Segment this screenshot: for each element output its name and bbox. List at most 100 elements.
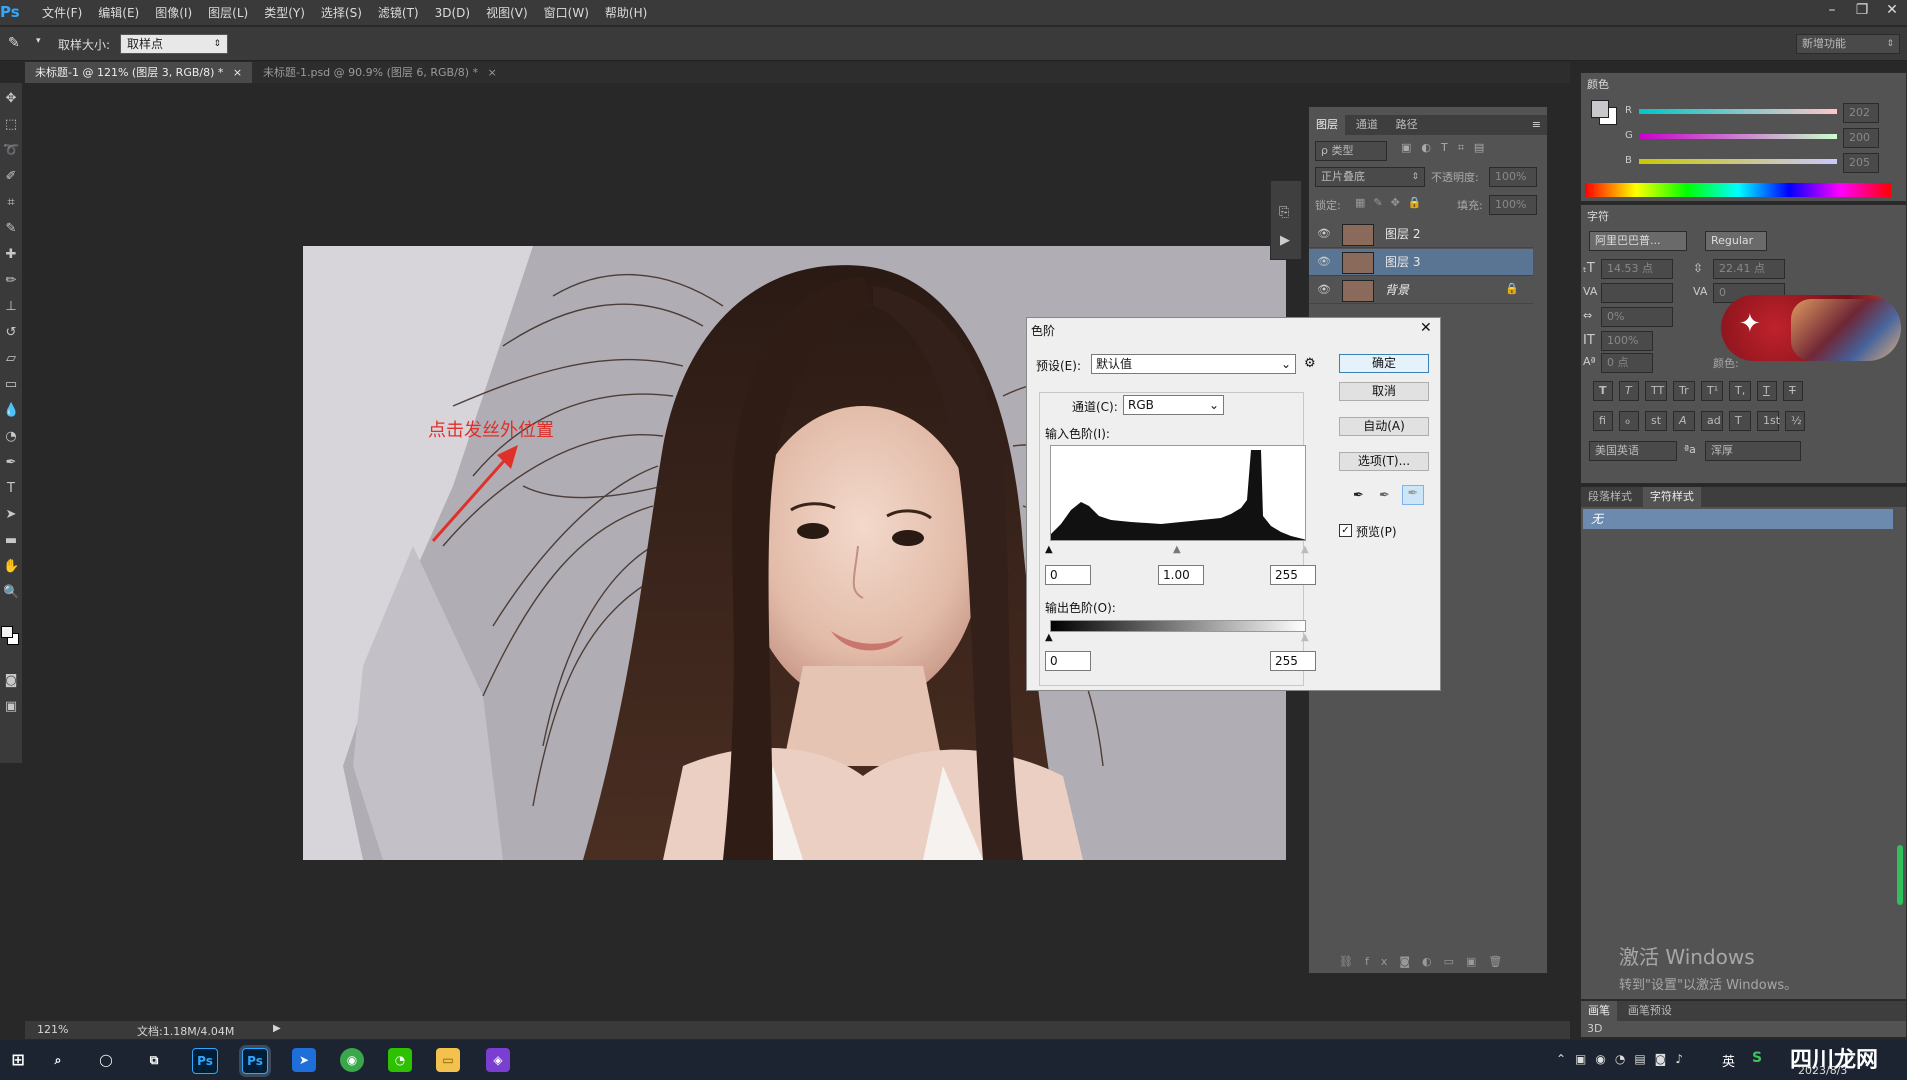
g-slider[interactable]: [1639, 134, 1837, 139]
blur-tool-icon[interactable]: 💧: [3, 403, 19, 419]
faux-bold-button[interactable]: T: [1593, 381, 1613, 401]
font-size-field[interactable]: 14.53 点: [1601, 259, 1673, 279]
preview-checkbox[interactable]: ✓: [1339, 524, 1352, 537]
g-value[interactable]: 200: [1843, 128, 1879, 148]
channel-select[interactable]: RGB ⌄: [1123, 395, 1224, 415]
zoom-tool-icon[interactable]: 🔍: [3, 585, 19, 601]
brush-tool-icon[interactable]: ✏: [3, 273, 19, 289]
menu-item[interactable]: 滤镜(T): [370, 0, 427, 26]
layer-filter-select[interactable]: ρ 类型: [1315, 141, 1387, 161]
tab-brush[interactable]: 画笔: [1581, 1001, 1617, 1021]
photoshop-taskbar-icon[interactable]: Ps: [192, 1048, 218, 1074]
input-black-slider[interactable]: ▲: [1045, 544, 1053, 555]
font-family-select[interactable]: 阿里巴巴普...: [1589, 231, 1687, 251]
foreground-swatch[interactable]: [1591, 100, 1609, 118]
close-button[interactable]: ✕: [1877, 0, 1907, 22]
input-black-field[interactable]: 0: [1045, 565, 1091, 585]
lasso-tool-icon[interactable]: ➰: [3, 143, 19, 159]
healing-brush-icon[interactable]: ✚: [3, 247, 19, 263]
layer-row-layer3[interactable]: 👁 图层 3: [1309, 249, 1533, 276]
r-slider[interactable]: [1639, 109, 1837, 114]
ordinals-button[interactable]: 1st: [1757, 411, 1780, 431]
input-gamma-slider[interactable]: ▲: [1173, 544, 1181, 555]
cancel-button[interactable]: 取消: [1339, 382, 1429, 401]
layer-row-background[interactable]: 👁 背景 🔒: [1309, 277, 1533, 304]
menu-item[interactable]: 3D(D): [427, 0, 478, 26]
auto-button[interactable]: 自动(A): [1339, 417, 1429, 436]
tab-channels[interactable]: 通道: [1349, 115, 1385, 135]
type-tool-icon[interactable]: T: [3, 481, 19, 497]
ligature-button[interactable]: fi: [1593, 411, 1613, 431]
hand-tool-icon[interactable]: ✋: [3, 559, 19, 575]
move-tool-icon[interactable]: ✥: [3, 91, 19, 107]
pen-tool-icon[interactable]: ✒: [3, 455, 19, 471]
fill-field[interactable]: 100%: [1489, 195, 1537, 215]
titling-button[interactable]: T: [1729, 411, 1751, 431]
tab-layers[interactable]: 图层: [1309, 115, 1345, 135]
b-value[interactable]: 205: [1843, 153, 1879, 173]
small-caps-button[interactable]: Tr: [1673, 381, 1695, 401]
opacity-field[interactable]: 100%: [1489, 167, 1537, 187]
sogou-icon[interactable]: S: [1752, 1050, 1762, 1066]
quick-mask-icon[interactable]: ◙: [3, 673, 19, 689]
kerning-field[interactable]: [1601, 283, 1673, 303]
input-white-field[interactable]: 255: [1270, 565, 1316, 585]
screen-mode-icon[interactable]: ▣: [3, 699, 19, 715]
foreground-color-swatch[interactable]: [1, 626, 13, 638]
browser-taskbar-icon[interactable]: ➤: [292, 1048, 316, 1072]
file-explorer-taskbar-icon[interactable]: ▭: [436, 1048, 460, 1072]
menu-item[interactable]: 图像(I): [147, 0, 200, 26]
input-gamma-field[interactable]: 1.00: [1158, 565, 1204, 585]
zoom-level[interactable]: 121%: [37, 1023, 68, 1036]
eyedropper-icon[interactable]: ✎: [3, 221, 19, 237]
vertical-scrollbar[interactable]: [1897, 845, 1903, 905]
menu-item[interactable]: 文件(F): [34, 0, 90, 26]
photoshop-active-taskbar-icon[interactable]: Ps: [242, 1048, 268, 1074]
white-point-eyedropper-icon[interactable]: ✒: [1402, 485, 1424, 505]
tab-paragraph-styles[interactable]: 段落样式: [1581, 487, 1639, 507]
marquee-tool-icon[interactable]: ⬚: [3, 117, 19, 133]
menu-item[interactable]: 类型(Y): [256, 0, 313, 26]
fractions-button[interactable]: ½: [1785, 411, 1805, 431]
status-menu-arrow-icon[interactable]: ▶: [273, 1023, 281, 1034]
tab-brush-presets[interactable]: 画笔预设: [1621, 1001, 1679, 1021]
stylistic-alternates-button[interactable]: ad: [1701, 411, 1723, 431]
workspace-select[interactable]: 新增功能 ⇕: [1796, 34, 1900, 54]
menu-item[interactable]: 图层(L): [200, 0, 256, 26]
font-style-select[interactable]: Regular: [1705, 231, 1767, 251]
baseline-field[interactable]: 0 点: [1601, 353, 1653, 373]
tool-preset-arrow-icon[interactable]: ▾: [36, 36, 41, 46]
search-icon[interactable]: ⌕: [46, 1048, 70, 1072]
visibility-eye-icon[interactable]: 👁: [1317, 227, 1331, 241]
tab-character-styles[interactable]: 字符样式: [1642, 487, 1701, 507]
style-item-none[interactable]: 无: [1583, 509, 1893, 529]
vertical-scale-field[interactable]: 100%: [1601, 331, 1653, 351]
spectrum-bar[interactable]: [1585, 183, 1891, 197]
gray-point-eyedropper-icon[interactable]: ✒: [1379, 488, 1390, 503]
subscript-button[interactable]: T,: [1729, 381, 1751, 401]
output-black-field[interactable]: 0: [1045, 651, 1091, 671]
superscript-button[interactable]: T¹: [1701, 381, 1723, 401]
swash-button[interactable]: A: [1673, 411, 1695, 431]
menu-item[interactable]: 编辑(E): [90, 0, 147, 26]
gradient-tool-icon[interactable]: ▭: [3, 377, 19, 393]
purple-app-taskbar-icon[interactable]: ◈: [486, 1048, 510, 1072]
dodge-tool-icon[interactable]: ◔: [3, 429, 19, 445]
windows-start-icon[interactable]: ⊞: [6, 1048, 30, 1072]
preset-select[interactable]: 默认值 ⌄: [1091, 354, 1296, 374]
task-view-icon[interactable]: ⧉: [142, 1048, 166, 1072]
rectangle-tool-icon[interactable]: ▬: [3, 533, 19, 549]
tab-document-2[interactable]: 未标题-1.psd @ 90.9% (图层 6, RGB/8) * ×: [253, 62, 507, 83]
eyedropper-tool-icon[interactable]: ✎: [8, 35, 28, 53]
minimize-button[interactable]: –: [1817, 0, 1847, 22]
eraser-tool-icon[interactable]: ▱: [3, 351, 19, 367]
panel-menu-icon[interactable]: ≡: [1532, 115, 1541, 135]
blend-mode-select[interactable]: 正片叠底 ⇕: [1315, 167, 1425, 187]
wechat-taskbar-icon[interactable]: ◔: [388, 1048, 412, 1072]
output-white-field[interactable]: 255: [1270, 651, 1316, 671]
menu-item[interactable]: 窗口(W): [536, 0, 597, 26]
cortana-icon[interactable]: ◯: [94, 1048, 118, 1072]
leading-field[interactable]: 22.41 点: [1713, 259, 1785, 279]
sample-size-select[interactable]: 取样点 ⇕: [120, 34, 228, 54]
crop-tool-icon[interactable]: ⌗: [3, 195, 19, 211]
